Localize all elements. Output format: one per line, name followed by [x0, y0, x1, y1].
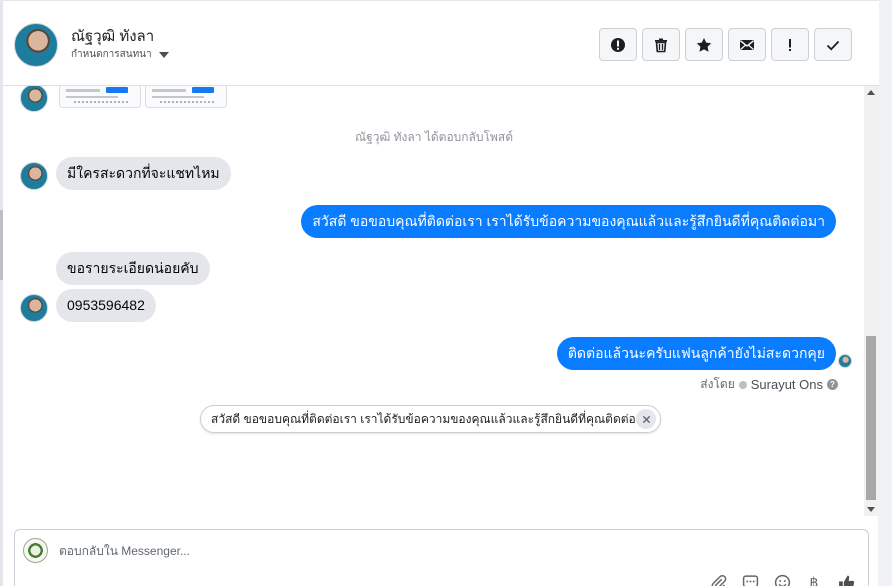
scrollbar-thumb[interactable] [866, 336, 876, 500]
sent-by-label: ส่งโดย [700, 377, 735, 391]
composer-tools: ฿ [709, 573, 855, 586]
follow-up-button[interactable] [771, 28, 809, 61]
shared-post-thumbnail[interactable] [59, 86, 141, 108]
scroll-up-arrow[interactable] [867, 90, 875, 95]
contact-avatar-small [20, 86, 48, 112]
scroll-down-arrow[interactable] [867, 507, 875, 512]
conversation-status-dropdown[interactable]: กำหนดการสนทนา [71, 47, 169, 62]
payment-button[interactable]: ฿ [805, 573, 823, 586]
contact-avatar[interactable] [14, 23, 58, 67]
paperclip-icon [710, 574, 726, 586]
system-note: ณัฐวุฒิ ทังลา ได้ตอบกลับโพสต์ [354, 130, 513, 144]
help-icon[interactable]: ? [827, 379, 838, 390]
inbox-conversation-view: ณัฐวุฒิ ทังลา กำหนดการสนทนา ณัฐวุฒิ ทังล… [0, 0, 892, 586]
contact-name[interactable]: ณัฐวุฒิ ทังลา [71, 24, 154, 48]
chat-bubble-icon [742, 574, 758, 586]
reply-composer: ฿ [14, 529, 869, 586]
check-icon [826, 40, 840, 50]
mark-spam-button[interactable] [599, 28, 637, 61]
message-thread[interactable]: ณัฐวุฒิ ทังลา ได้ตอบกลับโพสต์ มีใครสะดวก… [3, 86, 865, 512]
reply-input[interactable] [59, 542, 559, 560]
caret-down-icon [158, 51, 169, 58]
emoji-button[interactable] [773, 573, 791, 586]
saved-reply-suggestion[interactable]: สวัสดี ขอขอบคุณที่ติดต่อเรา เราได้รับข้อ… [200, 405, 662, 433]
exclamation-icon [789, 38, 791, 51]
conversation-actions [599, 28, 852, 61]
page-logo-avatar [23, 538, 48, 563]
dismiss-suggestion-button[interactable] [636, 409, 656, 429]
star-button[interactable] [685, 28, 723, 61]
trash-icon [655, 38, 667, 52]
conversation-header: ณัฐวุฒิ ทังลา กำหนดการสนทนา [3, 0, 879, 86]
close-icon [642, 415, 650, 423]
sent-by-line: ส่งโดย Surayut Ons ? [700, 375, 838, 394]
incoming-message[interactable]: 0953596482 [56, 289, 156, 322]
mark-done-button[interactable] [814, 28, 852, 61]
baht-icon: ฿ [809, 573, 819, 586]
seen-indicator-avatar [838, 354, 852, 368]
incoming-message[interactable]: ขอรายระเอียดน่อยคับ [56, 252, 210, 285]
mark-unread-button[interactable] [728, 28, 766, 61]
sent-by-agent[interactable]: Surayut Ons [751, 377, 823, 392]
alert-circle-icon [611, 37, 625, 52]
saved-replies-button[interactable] [741, 573, 759, 586]
envelope-icon [740, 39, 754, 50]
outgoing-message[interactable]: สวัสดี ขอขอบคุณที่ติดต่อเรา เราได้รับข้อ… [301, 205, 836, 238]
smiley-icon [774, 574, 790, 586]
right-gutter [878, 0, 892, 586]
contact-avatar-small [20, 294, 48, 322]
shared-post-thumbnail[interactable] [145, 86, 227, 108]
attach-button[interactable] [709, 573, 727, 586]
delete-button[interactable] [642, 28, 680, 61]
agent-status-icon [738, 380, 747, 389]
thumbs-up-icon [838, 575, 854, 586]
star-icon [696, 37, 712, 52]
like-button[interactable] [837, 573, 855, 586]
incoming-message[interactable]: มีใครสะดวกที่จะแชทไหม [56, 157, 231, 190]
contact-avatar-small [20, 162, 48, 190]
conversation-status-label: กำหนดการสนทนา [71, 49, 152, 60]
outgoing-message[interactable]: ติดต่อแล้วนะครับแฟนลูกค้ายังไม่สะดวกคุย [556, 337, 836, 370]
